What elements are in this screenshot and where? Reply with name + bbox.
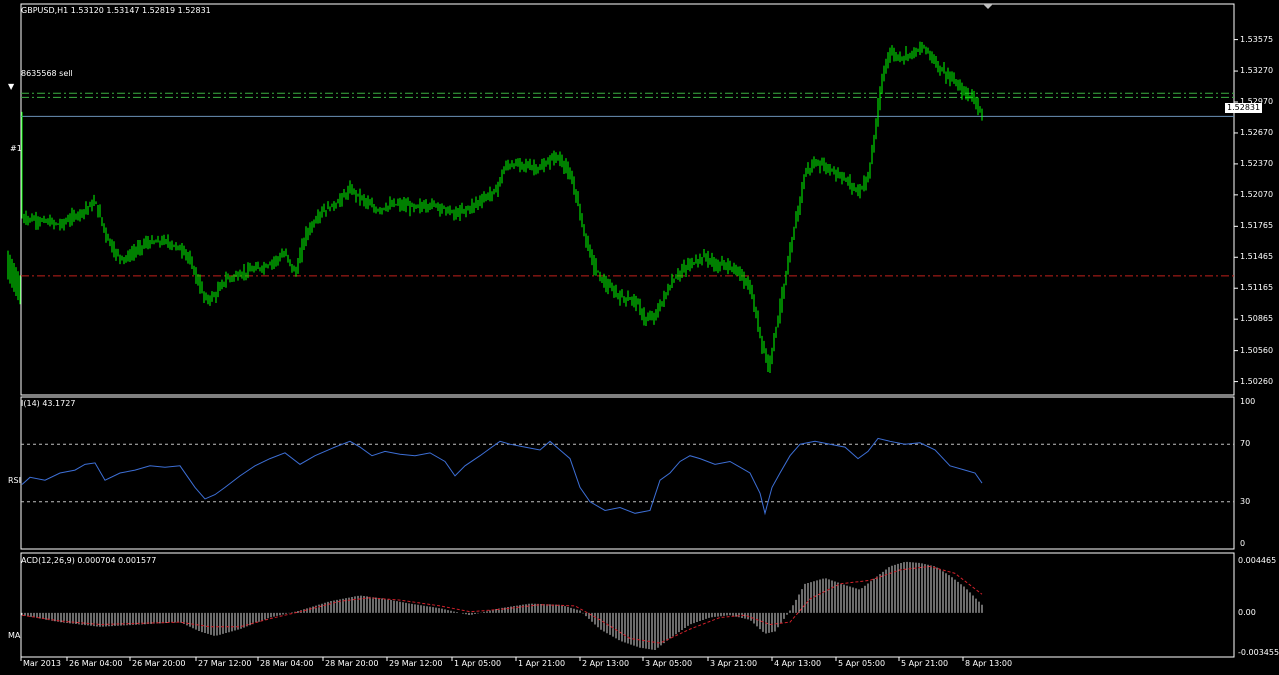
- price-tick-label: 1.50865: [1240, 314, 1274, 324]
- price-tick-label: 1.51165: [1240, 283, 1274, 293]
- time-tick-label: 4 Apr 13:00: [774, 659, 822, 668]
- price-panel-frame: [20, 3, 1235, 396]
- macd-tick-label: 0.00: [1238, 607, 1256, 617]
- price-tick-label: 1.50260: [1240, 376, 1274, 386]
- chart-frames: [20, 3, 1235, 658]
- time-tick-label: 5 Apr 21:00: [901, 659, 949, 668]
- axis-ticks: [20, 4, 1238, 661]
- time-tick-label: Mar 2013: [23, 659, 61, 668]
- rsi-indicator: [21, 437, 1234, 516]
- price-tick-label: 1.51765: [1240, 221, 1274, 231]
- price-candles: [7, 41, 983, 374]
- price-level-lines: [21, 92, 1234, 277]
- trading-chart[interactable]: [0, 0, 1279, 675]
- rsi-panel-tab[interactable]: RSI: [8, 476, 21, 486]
- price-tick-label: 1.52370: [1240, 158, 1274, 168]
- time-tick-label: 3 Apr 05:00: [645, 659, 693, 668]
- price-tick-label: 1.50560: [1240, 345, 1274, 355]
- price-tick-label: 1.52670: [1240, 127, 1274, 137]
- order-id-label: #1: [10, 144, 22, 153]
- time-tick-label: 5 Apr 05:00: [838, 659, 886, 668]
- price-tick-label: 1.52970: [1240, 97, 1274, 106]
- order-label[interactable]: 8635568 sell: [21, 69, 73, 79]
- rsi-tick-label: 100: [1240, 397, 1256, 406]
- ma-panel-tab[interactable]: MA: [8, 631, 20, 641]
- macd-tick-label: 0.004465: [1238, 556, 1277, 565]
- time-tick-label: 8 Apr 13:00: [965, 659, 1013, 668]
- macd-indicator: [21, 561, 983, 651]
- rsi-tick-label: 30: [1240, 496, 1251, 506]
- price-tick-label: 1.51465: [1240, 252, 1274, 262]
- collapse-arrow-icon[interactable]: ▼: [8, 82, 14, 92]
- time-tick-label: 28 Mar 04:00: [260, 659, 314, 668]
- rsi-tick-label: 70: [1240, 439, 1251, 449]
- time-tick-label: 28 Mar 20:00: [325, 659, 379, 668]
- macd-tick-label: -0.003455: [1238, 648, 1279, 657]
- time-tick-label: 3 Apr 21:00: [710, 659, 758, 668]
- rsi-title: I(14) 43.1727: [21, 399, 76, 408]
- time-tick-label: 29 Mar 12:00: [389, 659, 443, 668]
- rsi-tick-label: 0: [1240, 539, 1246, 548]
- price-tick-label: 1.53575: [1240, 34, 1274, 44]
- time-tick-label: 2 Apr 13:00: [582, 659, 630, 668]
- price-tick-label: 1.52070: [1240, 189, 1274, 199]
- time-tick-label: 26 Mar 04:00: [69, 659, 123, 668]
- time-tick-label: 1 Apr 21:00: [518, 659, 566, 668]
- rsi-panel-frame: [20, 396, 1235, 550]
- time-tick-label: 26 Mar 20:00: [132, 659, 186, 668]
- price-tick-label: 1.53270: [1240, 66, 1274, 76]
- macd-title: ACD(12,26,9) 0.000704 0.001577: [21, 556, 157, 565]
- time-tick-label: 27 Mar 12:00: [198, 659, 252, 668]
- time-tick-label: 1 Apr 05:00: [454, 659, 502, 668]
- symbol-info: GBPUSD,H1 1.53120 1.53147 1.52819 1.5283…: [21, 6, 211, 15]
- chart-shift-marker-icon: [983, 4, 993, 9]
